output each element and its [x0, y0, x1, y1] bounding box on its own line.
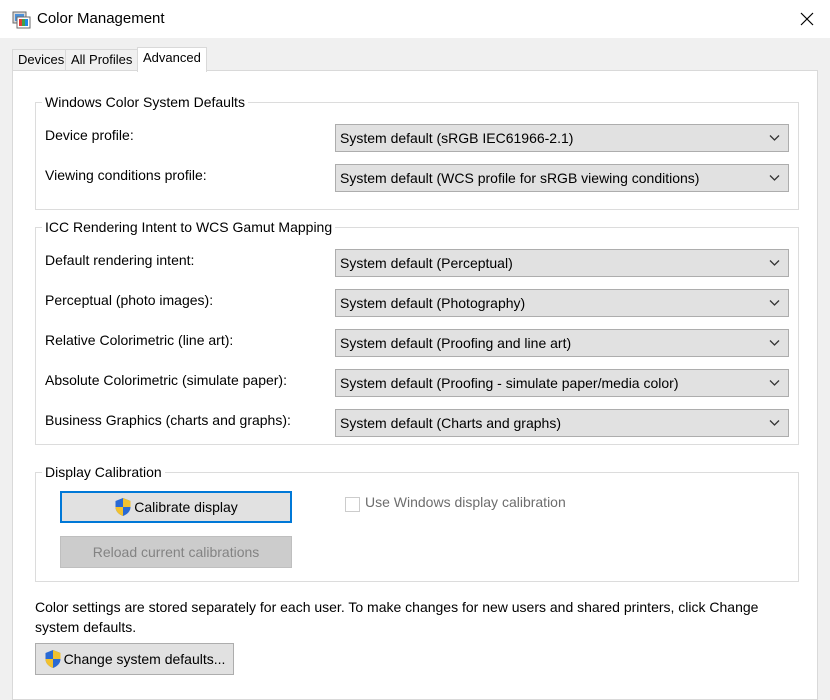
wcs-defaults-group: Windows Color System Defaults	[35, 93, 799, 210]
dropdown-value: System default (Charts and graphs)	[340, 415, 561, 431]
tab-advanced[interactable]: Advanced	[137, 47, 207, 72]
button-label: Reload current calibrations	[92, 544, 260, 560]
default-rendering-intent-label: Default rendering intent:	[45, 252, 195, 268]
advanced-tab-panel: Windows Color System Defaults Device pro…	[12, 70, 818, 700]
perceptual-dropdown[interactable]: System default (Photography)	[335, 289, 789, 317]
relative-colorimetric-dropdown[interactable]: System default (Proofing and line art)	[335, 329, 789, 357]
chevron-down-icon	[769, 135, 780, 141]
group-title: Display Calibration	[42, 463, 165, 481]
chevron-down-icon	[769, 380, 780, 386]
change-system-defaults-button[interactable]: Change system defaults...	[35, 643, 234, 675]
group-title: Windows Color System Defaults	[42, 93, 248, 111]
default-rendering-intent-dropdown[interactable]: System default (Perceptual)	[335, 249, 789, 277]
device-profile-dropdown[interactable]: System default (sRGB IEC61966-2.1)	[335, 124, 789, 152]
dropdown-value: System default (WCS profile for sRGB vie…	[340, 170, 700, 186]
button-label: Calibrate display	[134, 499, 238, 515]
settings-note: Color settings are stored separately for…	[35, 599, 759, 635]
dropdown-value: System default (Photography)	[340, 295, 526, 311]
close-button[interactable]	[784, 0, 830, 38]
title-bar: Color Management	[0, 0, 830, 38]
uac-shield-icon	[115, 498, 131, 516]
calibrate-display-button[interactable]: Calibrate display	[60, 491, 292, 523]
viewing-conditions-dropdown[interactable]: System default (WCS profile for sRGB vie…	[335, 164, 789, 192]
group-title: ICC Rendering Intent to WCS Gamut Mappin…	[42, 218, 336, 236]
color-management-icon	[12, 11, 31, 29]
device-profile-label: Device profile:	[45, 127, 134, 143]
chevron-down-icon	[769, 175, 780, 181]
chevron-down-icon	[769, 300, 780, 306]
absolute-colorimetric-label: Absolute Colorimetric (simulate paper):	[45, 372, 287, 388]
button-label: Change system defaults...	[63, 651, 226, 667]
dropdown-value: System default (Perceptual)	[340, 255, 513, 271]
tab-all-profiles[interactable]: All Profiles	[65, 49, 138, 71]
dropdown-value: System default (sRGB IEC61966-2.1)	[340, 130, 574, 146]
chevron-down-icon	[769, 260, 780, 266]
reload-calibrations-button: Reload current calibrations	[60, 536, 292, 568]
dropdown-value: System default (Proofing - simulate pape…	[340, 375, 679, 391]
tab-devices[interactable]: Devices	[12, 49, 66, 71]
business-graphics-label: Business Graphics (charts and graphs):	[45, 412, 291, 428]
close-icon	[800, 12, 814, 26]
chevron-down-icon	[769, 340, 780, 346]
viewing-conditions-label: Viewing conditions profile:	[45, 167, 207, 183]
dropdown-value: System default (Proofing and line art)	[340, 335, 572, 351]
perceptual-label: Perceptual (photo images):	[45, 292, 214, 308]
window-title: Color Management	[37, 10, 165, 27]
use-windows-calibration-label: Use Windows display calibration	[365, 494, 566, 510]
business-graphics-dropdown[interactable]: System default (Charts and graphs)	[335, 409, 789, 437]
relative-colorimetric-label: Relative Colorimetric (line art):	[45, 332, 234, 348]
absolute-colorimetric-dropdown[interactable]: System default (Proofing - simulate pape…	[335, 369, 789, 397]
uac-shield-icon	[45, 650, 61, 668]
chevron-down-icon	[769, 420, 780, 426]
use-windows-calibration-checkbox[interactable]	[345, 497, 360, 512]
